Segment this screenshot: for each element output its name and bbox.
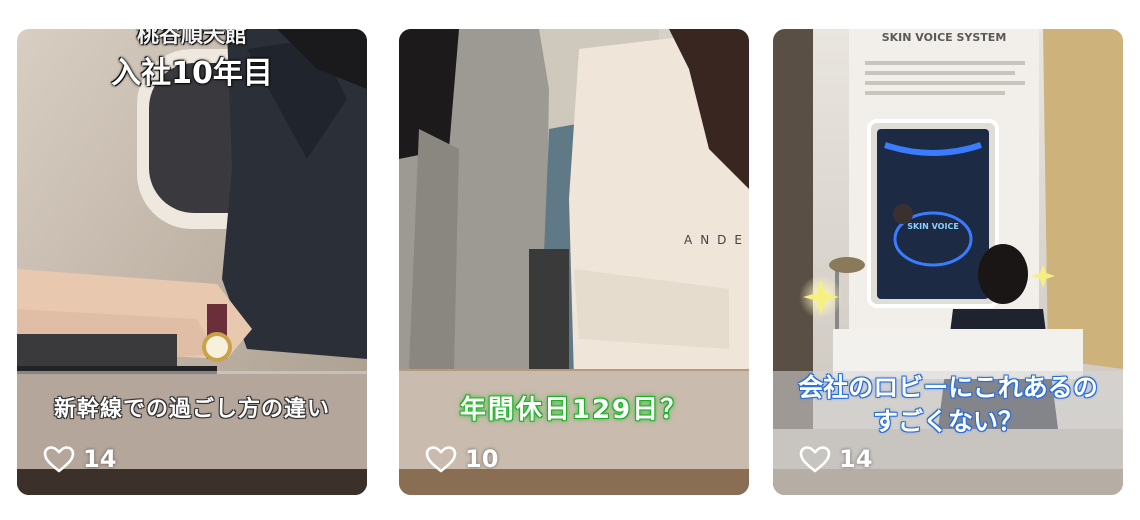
video-card-2[interactable]: ANDE 年間休日129日？ 10	[399, 29, 749, 495]
video-caption: 新幹線での過ごし方の違い	[53, 397, 330, 422]
panel-header-text: SKIN VOICE SYSTEM	[882, 31, 1007, 44]
heart-outline-icon	[43, 445, 75, 473]
like-count[interactable]: 14	[799, 445, 872, 473]
screen-title-text: SKIN VOICE	[907, 222, 959, 231]
video-card-1[interactable]: 桃谷順天館 入社10年目 新幹線での過ごし方の違い 14	[17, 29, 367, 495]
like-count-value: 14	[83, 445, 117, 473]
heart-outline-icon	[799, 445, 831, 473]
like-count-value: 10	[465, 445, 499, 473]
video-card-3[interactable]: SKIN VOICE SYSTEM SKIN VOICE 会社のロビーにこれある…	[773, 29, 1123, 495]
like-count[interactable]: 10	[425, 445, 498, 473]
video-grid: 桃谷順天館 入社10年目 新幹線での過ごし方の違い 14 ANDE 年間休日12…	[0, 0, 1140, 520]
video-caption-line-1: 会社のロビーにこれあるの	[798, 373, 1098, 402]
video-caption-line-2: すごくない？	[872, 407, 1023, 436]
video-title-overlay: 桃谷順天館 入社10年目	[17, 29, 367, 91]
years-text: 入社10年目	[111, 56, 273, 91]
video-caption: 年間休日129日？	[459, 395, 689, 425]
like-count-value: 14	[839, 445, 873, 473]
heart-outline-icon	[425, 445, 457, 473]
company-name-text: 桃谷順天館	[136, 29, 247, 48]
svg-text:ANDE: ANDE	[684, 233, 749, 247]
like-count[interactable]: 14	[43, 445, 116, 473]
video-caption: 会社のロビーにこれあるの すごくない？	[773, 371, 1123, 439]
